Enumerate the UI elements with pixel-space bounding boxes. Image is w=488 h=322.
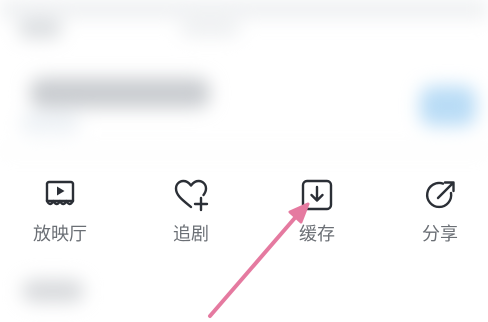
blurred-blue-button	[420, 86, 476, 126]
blurred-top-bar	[0, 0, 488, 18]
heart-plus-icon	[174, 179, 209, 212]
blurred-divider	[0, 150, 488, 152]
blurred-section-heading	[22, 280, 84, 302]
follow-series-button[interactable]: 追剧	[146, 174, 236, 250]
blurred-title-block	[30, 78, 210, 108]
download-icon	[301, 179, 333, 211]
page: 放映厅 追剧 缓存 分享	[0, 0, 488, 322]
theater-icon	[45, 180, 75, 206]
download-button[interactable]: 缓存	[272, 174, 362, 250]
blurred-text-block	[18, 20, 62, 38]
download-label: 缓存	[299, 224, 335, 245]
blurred-text-block	[20, 112, 80, 134]
action-bar: 放映厅 追剧 缓存 分享	[0, 174, 488, 254]
share-button[interactable]: 分享	[395, 174, 485, 250]
theater-button[interactable]: 放映厅	[15, 174, 105, 250]
share-icon	[425, 181, 455, 209]
follow-series-label: 追剧	[173, 224, 209, 245]
blurred-text-block	[180, 22, 240, 36]
theater-label: 放映厅	[33, 224, 87, 245]
share-label: 分享	[422, 224, 458, 245]
blurred-background-content	[0, 0, 488, 322]
